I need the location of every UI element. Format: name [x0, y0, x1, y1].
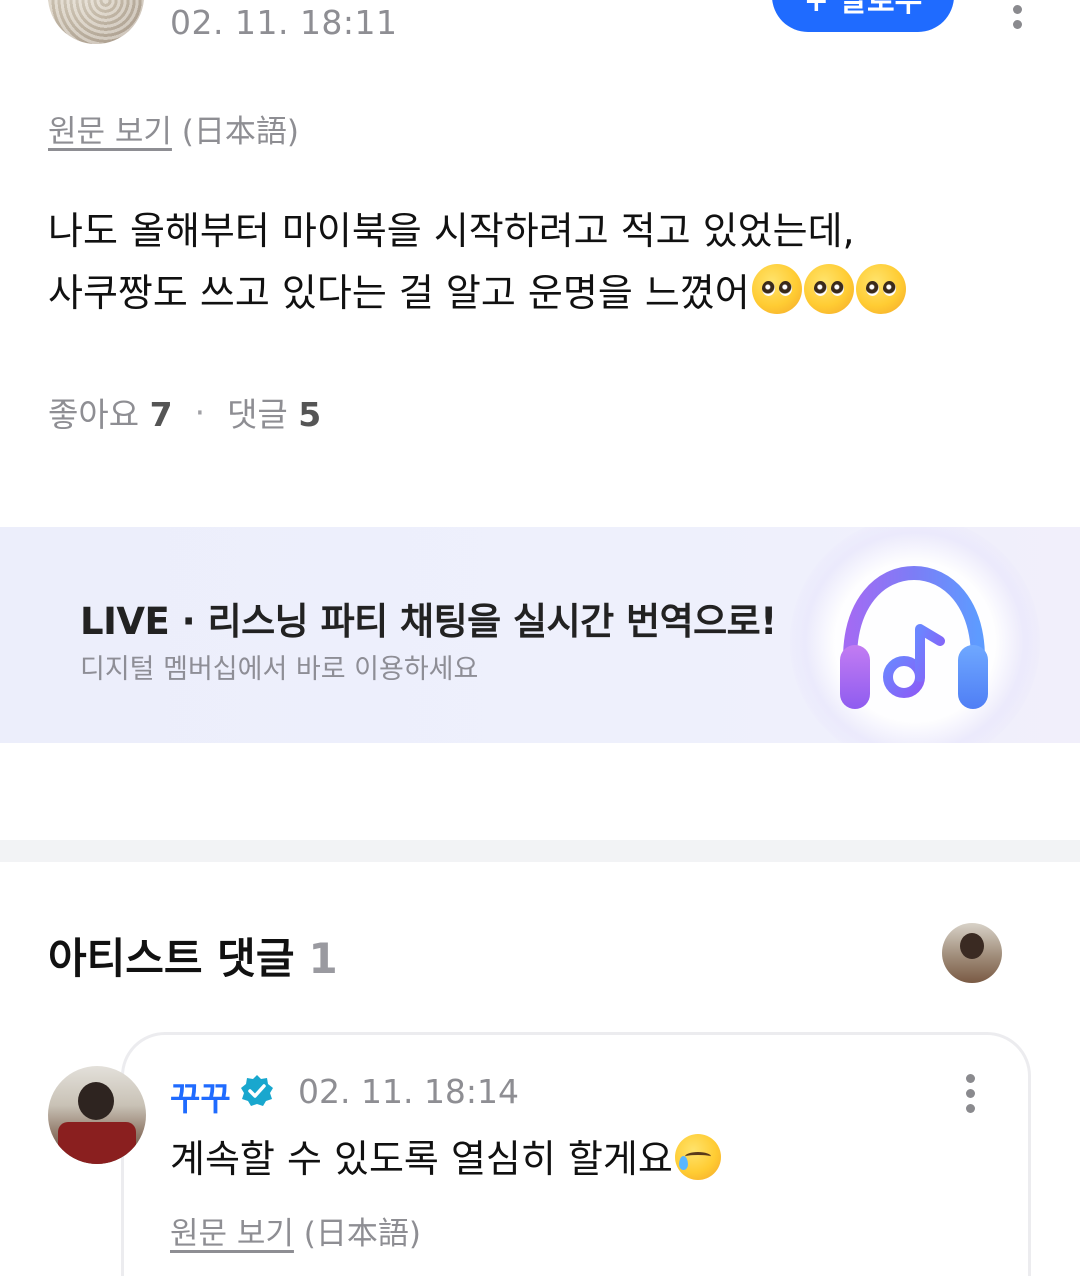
comment-more-options-icon[interactable] — [963, 1074, 977, 1113]
comment-view-original-link[interactable]: 원문 보기 — [170, 1216, 294, 1252]
comments-count: 5 — [298, 395, 322, 434]
artist-avatar[interactable] — [48, 1066, 146, 1164]
comment-timestamp: 02. 11. 18:14 — [298, 1072, 520, 1111]
comment-original-language: (日本語) — [303, 1216, 421, 1252]
comment-original-row: 원문 보기 (日本語) — [170, 1208, 421, 1253]
pleading-face-emoji-icon — [751, 264, 802, 314]
post-author-avatar[interactable] — [48, 0, 144, 44]
comment-text: 계속할 수 있도록 열심히 할게요 — [170, 1128, 721, 1183]
smiling-tear-emoji-icon — [674, 1134, 721, 1180]
follow-button[interactable]: + 팔로우 — [772, 0, 954, 32]
artist-name[interactable]: 꾸꾸 — [170, 1072, 231, 1120]
likes-stat[interactable]: 좋아요 7 — [48, 388, 173, 436]
artist-avatar-thumbnail[interactable] — [942, 923, 1002, 983]
headphones-music-icon — [840, 565, 988, 709]
section-divider — [0, 840, 1080, 862]
artist-comments-title: 아티스트 댓글 — [48, 934, 295, 983]
post-body-line-2: 사쿠짱도 쓰고 있다는 걸 알고 운명을 느꼈어 — [48, 262, 1038, 324]
likes-count: 7 — [149, 395, 173, 434]
artist-comments-count: 1 — [308, 934, 338, 983]
comments-label: 댓글 — [227, 395, 288, 434]
live-translation-banner[interactable]: LIVE · 리스닝 파티 채팅을 실시간 번역으로! 디지털 멤버십에서 바로… — [0, 527, 1080, 743]
original-language: (日本語) — [181, 114, 299, 150]
comments-stat[interactable]: 댓글 5 — [227, 388, 321, 436]
post-body: 나도 올해부터 마이북을 시작하려고 적고 있었는데, 사쿠짱도 쓰고 있다는 … — [48, 200, 1038, 324]
view-original-link[interactable]: 원문 보기 — [48, 114, 172, 150]
pleading-face-emoji-icon — [803, 264, 854, 314]
likes-label: 좋아요 — [48, 395, 140, 434]
banner-title: LIVE · 리스닝 파티 채팅을 실시간 번역으로! — [80, 600, 777, 643]
post-timestamp: 02. 11. 18:11 — [170, 3, 398, 42]
comment-text-body: 계속할 수 있도록 열심히 할게요 — [170, 1137, 673, 1181]
post-more-options-icon[interactable] — [1010, 0, 1024, 29]
artist-comments-header: 아티스트 댓글 1 — [48, 925, 338, 986]
post-stats: 좋아요 7 · 댓글 5 — [48, 388, 321, 436]
post-original-row: 원문 보기 (日本語) — [48, 106, 299, 151]
pleading-face-emoji-icon — [855, 264, 906, 314]
banner-subtitle: 디지털 멤버십에서 바로 이용하세요 — [80, 654, 479, 685]
post-body-line-text: 사쿠짱도 쓰고 있다는 걸 알고 운명을 느꼈어 — [48, 271, 750, 315]
verified-badge-icon — [241, 1075, 273, 1106]
stats-separator: · — [194, 392, 206, 432]
post-body-line: 나도 올해부터 마이북을 시작하려고 적고 있었는데, — [48, 209, 855, 253]
